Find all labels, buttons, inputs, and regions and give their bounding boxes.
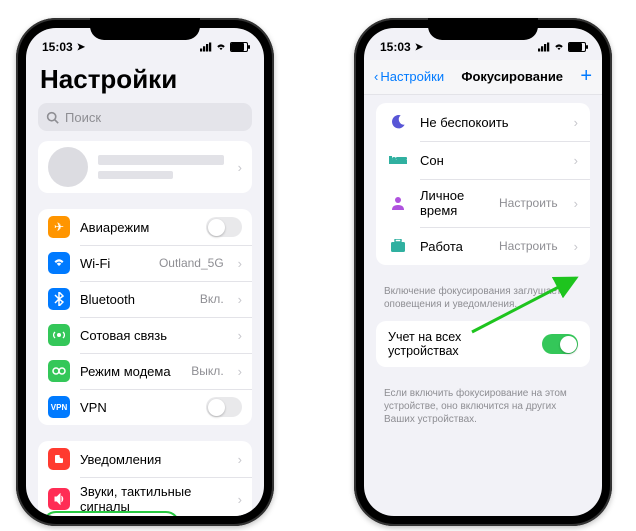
row-cellular[interactable]: Сотовая связь › xyxy=(38,317,252,353)
row-label: Wi-Fi xyxy=(80,256,149,271)
phone-frame-settings: 15:03 ➤ Настройки Поиск xyxy=(16,18,274,526)
settings-group-connectivity: ✈ Авиарежим Wi-Fi Outland_5G › Bl xyxy=(38,209,252,425)
wifi-icon xyxy=(215,42,227,52)
row-label: Сотовая связь xyxy=(80,328,224,343)
row-label: Работа xyxy=(420,239,487,254)
search-input[interactable]: Поиск xyxy=(38,103,252,131)
cellular-icon xyxy=(538,42,550,52)
profile-info-redacted xyxy=(98,155,224,179)
row-dnd[interactable]: Не беспокоить › xyxy=(376,103,590,141)
focus-explanation-note: Включение фокусирования заглушает оповещ… xyxy=(364,281,602,321)
phone-frame-focus: 15:03 ➤ ‹ Настройки Фокусирование + xyxy=(354,18,612,526)
moon-icon xyxy=(388,112,408,132)
screen-settings: 15:03 ➤ Настройки Поиск xyxy=(26,28,264,516)
nav-title: Фокусирование xyxy=(461,69,563,84)
toggle-vpn[interactable] xyxy=(206,397,242,417)
row-value: Настроить xyxy=(499,196,558,210)
row-hotspot[interactable]: Режим модема Выкл. › xyxy=(38,353,252,389)
chevron-right-icon: › xyxy=(238,364,242,379)
chevron-right-icon: › xyxy=(574,196,578,211)
back-label: Настройки xyxy=(380,69,444,84)
location-icon: ➤ xyxy=(415,42,423,53)
row-value: Вкл. xyxy=(200,292,224,306)
bluetooth-icon xyxy=(48,288,70,310)
add-button[interactable]: + xyxy=(580,66,592,86)
notch xyxy=(90,18,200,40)
row-label: Уведомления xyxy=(80,452,224,467)
row-sounds[interactable]: Звуки, тактильные сигналы › xyxy=(38,477,252,516)
row-bluetooth[interactable]: Bluetooth Вкл. › xyxy=(38,281,252,317)
toggle-share-devices[interactable] xyxy=(542,334,578,354)
cellular-icon xyxy=(200,42,212,52)
row-vpn[interactable]: VPN VPN xyxy=(38,389,252,425)
share-explanation-note: Если включить фокусирование на этом устр… xyxy=(364,383,602,436)
row-label: Звуки, тактильные сигналы xyxy=(80,484,224,514)
search-icon xyxy=(46,111,59,124)
row-personal[interactable]: Личное время Настроить › xyxy=(376,179,590,227)
cellular-settings-icon xyxy=(48,324,70,346)
row-share-devices[interactable]: Учет на всех устройствах xyxy=(376,321,590,367)
person-icon xyxy=(388,193,408,213)
toggle-airplane[interactable] xyxy=(206,217,242,237)
row-label: VPN xyxy=(80,400,196,415)
airplane-icon: ✈ xyxy=(48,216,70,238)
row-value: Выкл. xyxy=(191,364,223,378)
hotspot-icon xyxy=(48,360,70,382)
profile-card[interactable]: › xyxy=(38,141,252,193)
chevron-right-icon: › xyxy=(238,256,242,271)
chevron-right-icon: › xyxy=(238,160,242,175)
chevron-right-icon: › xyxy=(574,239,578,254)
row-label: Авиарежим xyxy=(80,220,196,235)
row-label: Bluetooth xyxy=(80,292,190,307)
nav-bar: ‹ Настройки Фокусирование + xyxy=(364,60,602,95)
row-value: Outland_5G xyxy=(159,256,224,270)
row-sleep[interactable]: Сон › xyxy=(376,141,590,179)
row-label: Сон xyxy=(420,153,558,168)
briefcase-icon xyxy=(388,236,408,256)
notch xyxy=(428,18,538,40)
sounds-icon xyxy=(48,488,70,510)
row-label: Режим модема xyxy=(80,364,181,379)
status-time: 15:03 xyxy=(42,40,73,54)
row-work[interactable]: Работа Настроить › xyxy=(376,227,590,265)
vpn-icon: VPN xyxy=(48,396,70,418)
status-time: 15:03 xyxy=(380,40,411,54)
chevron-right-icon: › xyxy=(238,292,242,307)
row-label: Не беспокоить xyxy=(420,115,558,130)
focus-modes-group: Не беспокоить › Сон › Личное время Настр… xyxy=(376,103,590,265)
bed-icon xyxy=(388,150,408,170)
row-value: Настроить xyxy=(499,239,558,253)
row-notifications[interactable]: Уведомления › xyxy=(38,441,252,477)
chevron-right-icon: › xyxy=(238,452,242,467)
wifi-icon xyxy=(553,42,565,52)
chevron-right-icon: › xyxy=(574,115,578,130)
share-across-devices-group: Учет на всех устройствах xyxy=(376,321,590,367)
chevron-left-icon: ‹ xyxy=(374,69,378,84)
row-airplane[interactable]: ✈ Авиарежим xyxy=(38,209,252,245)
notifications-icon xyxy=(48,448,70,470)
battery-icon xyxy=(568,42,586,52)
wifi-settings-icon xyxy=(48,252,70,274)
location-icon: ➤ xyxy=(77,42,85,53)
row-label: Личное время xyxy=(420,188,487,218)
chevron-right-icon: › xyxy=(238,492,242,507)
row-wifi[interactable]: Wi-Fi Outland_5G › xyxy=(38,245,252,281)
chevron-right-icon: › xyxy=(238,328,242,343)
page-title: Настройки xyxy=(26,60,264,103)
screen-focus: 15:03 ➤ ‹ Настройки Фокусирование + xyxy=(364,28,602,516)
row-label: Учет на всех устройствах xyxy=(388,330,530,358)
settings-group-notifications: Уведомления › Звуки, тактильные сигналы … xyxy=(38,441,252,516)
avatar xyxy=(48,147,88,187)
battery-icon xyxy=(230,42,248,52)
search-placeholder: Поиск xyxy=(65,110,101,125)
back-button[interactable]: ‹ Настройки xyxy=(374,69,444,84)
chevron-right-icon: › xyxy=(574,153,578,168)
